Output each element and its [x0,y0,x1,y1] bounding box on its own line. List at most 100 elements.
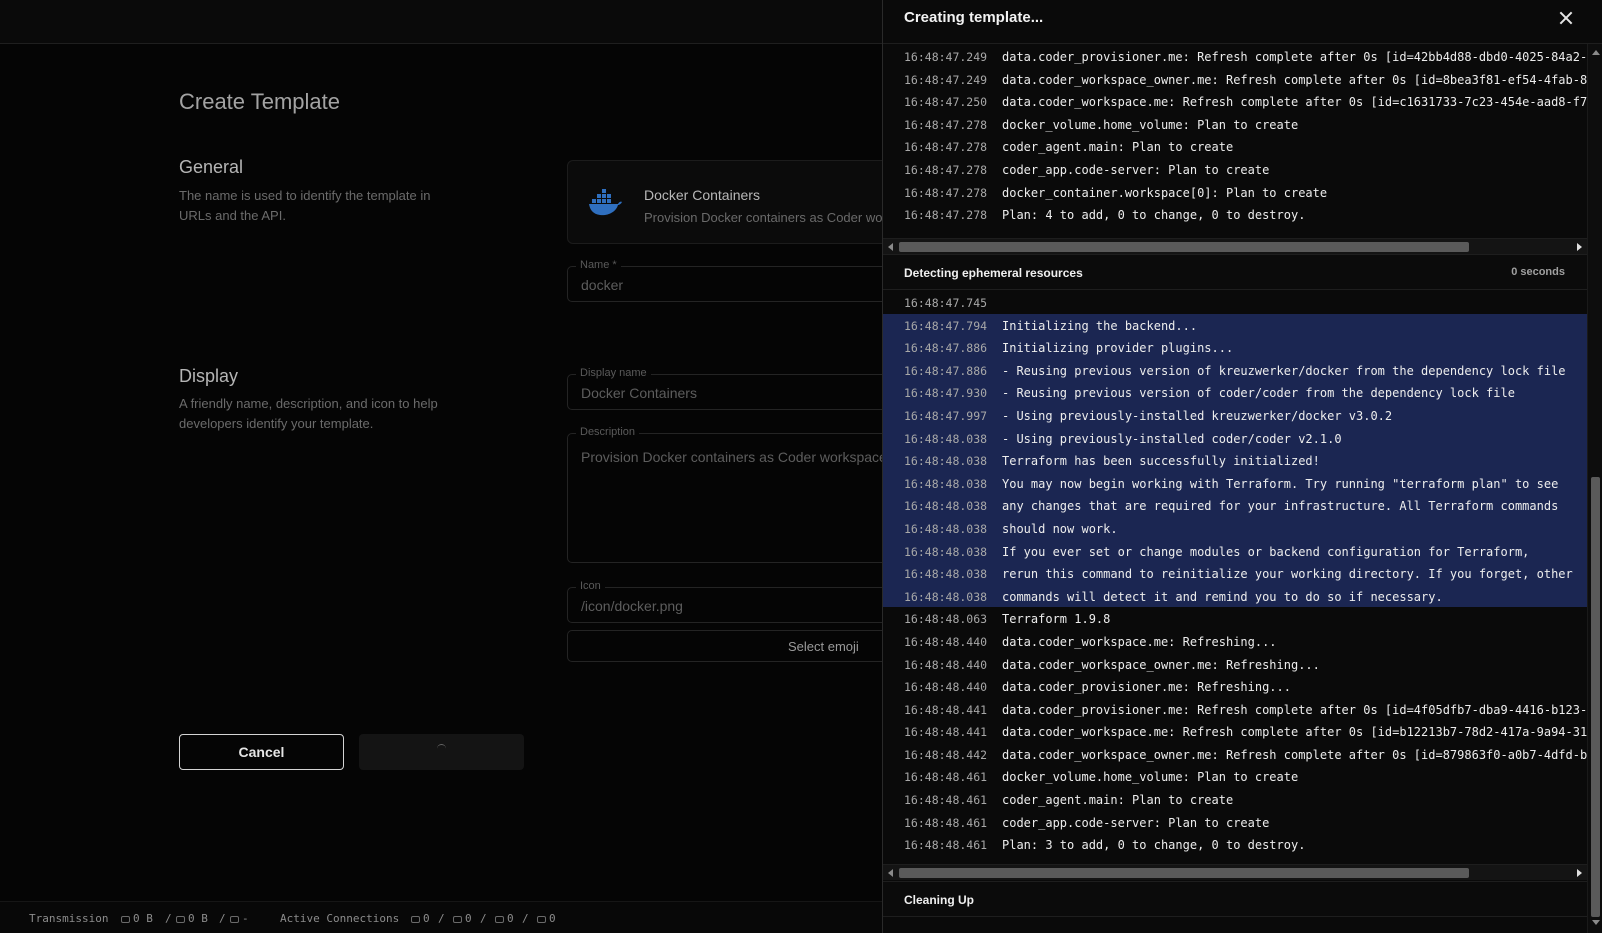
log-timestamp: 16:48:48.461 [904,770,988,785]
log-line: 16:48:47.278 coder_agent.main: Plan to cr… [883,135,1587,158]
icon-field-value: /icon/docker.png [581,598,683,614]
latency-icon [230,915,239,923]
reconnect-connections: 0 [453,912,472,925]
log-message: coder_agent.main: Plan to create [1002,140,1234,155]
log-message: Terraform 1.9.8 [1002,612,1111,627]
log-message: docker_volume.home_volume: Plan to creat… [1002,770,1299,785]
drawer-title: Creating template... [904,9,1044,26]
scrollbar-thumb[interactable] [899,242,1469,252]
log-timestamp: 16:48:47.278 [904,185,988,200]
log-line: 16:48:48.461 docker_volume.home_volume: P… [883,765,1587,788]
general-section-title: General [179,157,244,177]
log-line: 16:48:48.461 coder_app.code-server: Plan … [883,811,1587,834]
log-line: 16:48:47.278 Plan: 4 to add, 0 to change,… [883,203,1587,226]
drawer-header: Creating template... [883,0,1602,44]
scrollbar-thumb[interactable] [899,868,1469,878]
stage-name: Detecting ephemeral resources [904,266,1083,280]
scroll-down-icon[interactable] [1592,920,1600,925]
log-timestamp: 16:48:47.278 [904,208,988,223]
log-timestamp: 16:48:48.441 [904,725,988,740]
separator: / [219,912,226,925]
log-timestamp: 16:48:48.038 [904,521,988,536]
log-timestamp: 16:48:48.038 [904,499,988,514]
log-message: Plan: 3 to add, 0 to change, 0 to destro… [1002,838,1306,853]
terminal-connections: 0 [537,912,556,925]
log-line: 16:48:48.038 rerun this command to reinit… [883,562,1587,585]
log-timestamp: 16:48:47.249 [904,50,988,64]
select-emoji-button[interactable]: Select emoji [567,630,907,662]
name-field[interactable]: Name * docker [567,259,907,302]
vscode-connections: 0 [411,912,430,925]
scrollbar-thumb[interactable] [1591,477,1600,917]
stage-header[interactable]: Cleaning Up [883,881,1587,917]
scroll-right-icon[interactable] [1577,243,1582,251]
log-line: 16:48:47.886 - Reusing previous version o… [883,358,1587,382]
log-message: data.coder_workspace_owner.me: Refresh c… [1002,747,1587,762]
log-line: 16:48:47.278 coder_app.code-server: Plan … [883,158,1587,181]
scroll-right-icon[interactable] [1577,869,1582,877]
log-timestamp: 16:48:48.038 [904,589,988,604]
log-message: commands will detect it and remind you t… [1002,589,1443,604]
docker-icon [589,189,622,216]
display-name-field[interactable]: Display name Docker Containers [567,367,907,410]
log-timestamp: 16:48:48.063 [904,612,988,627]
log-line: 16:48:47.278 docker_volume.home_volume: P… [883,113,1587,136]
log-timestamp: 16:48:48.442 [904,747,988,762]
build-logs-drawer: Creating template... 16:48:47.249 data.co… [882,0,1602,933]
active-connections-label: Active Connections [280,912,400,925]
log-message: data.coder_provisioner.me: Refresh compl… [1002,50,1587,64]
vertical-scrollbar[interactable] [1587,44,1602,933]
log-line: 16:48:48.038 You may now begin working wi… [883,471,1587,495]
log-timestamp: 16:48:48.038 [904,544,988,559]
log-message: Plan: 4 to add, 0 to change, 0 to destro… [1002,208,1306,223]
log-line: 16:48:47.250 data.coder_workspace.me: Ref… [883,90,1587,113]
separator: / [165,912,172,925]
log-line: 16:48:47.930 - Reusing previous version o… [883,381,1587,404]
log-line: 16:48:48.038 commands will detect it and … [883,584,1587,608]
name-field-value: docker [581,277,624,293]
log-line: 16:48:48.038 any changes that are require… [883,494,1587,517]
log-timestamp: 16:48:47.278 [904,117,988,132]
icon-field[interactable]: Icon /icon/docker.png [567,580,907,623]
log-timestamp: 16:48:47.278 [904,140,988,155]
scroll-left-icon[interactable] [888,869,893,877]
log-timestamp: 16:48:48.038 [904,454,988,469]
log-line: 16:48:48.461 coder_agent.main: Plan to cr… [883,788,1587,811]
close-icon[interactable] [1555,8,1577,30]
port-connections: 0 [495,912,514,925]
template-card[interactable]: Docker Containers Provision Docker conta… [567,160,934,244]
log-message: any changes that are required for your i… [1002,499,1559,514]
log-message: docker_container.workspace[0]: Plan to c… [1002,185,1328,200]
log-line: 16:48:47.794 Initializing the backend... [883,313,1587,337]
log-line: 16:48:47.249 data.coder_provisioner.me: R… [883,45,1587,68]
stage-header[interactable]: Detecting ephemeral resources 0 seconds [883,254,1587,290]
cancel-button[interactable]: Cancel [179,734,344,770]
log-line: 16:48:48.440 data.coder_workspace.me: Ref… [883,630,1587,653]
vscode-icon [411,915,420,923]
select-emoji-label: Select emoji [788,639,859,654]
stage-name: Cleaning Up [904,893,975,907]
stage-duration: 0 seconds [1511,266,1565,278]
log-timestamp: 16:48:48.038 [904,431,988,446]
download-cloud-icon [176,915,185,923]
scroll-left-icon[interactable] [888,243,893,251]
log-timestamp: 16:48:47.249 [904,72,988,87]
log-timestamp: 16:48:47.278 [904,162,988,177]
separator: / [438,912,445,925]
log-message: should now work. [1002,521,1118,536]
upload-cloud-icon [121,915,130,923]
horizontal-scrollbar[interactable] [883,238,1587,254]
description-field[interactable]: Description Provision Docker containers … [567,426,907,563]
log-timestamp: 16:48:47.997 [904,408,988,423]
name-field-label: Name * [576,259,621,271]
horizontal-scrollbar[interactable] [883,864,1587,880]
stage-logs: 16:48:47.745 16:48:47.794 Initializing the… [883,291,1587,864]
log-line: 16:48:48.440 data.coder_provisioner.me: R… [883,675,1587,698]
scroll-up-icon[interactable] [1592,50,1600,55]
log-message: - Reusing previous version of coder/code… [1002,386,1515,401]
log-line: 16:48:48.063 Terraform 1.9.8 [883,607,1587,630]
create-template-button[interactable] [359,734,524,770]
separator: / [522,912,529,925]
display-section-description: A friendly name, description, and icon t… [179,396,438,431]
logs-viewport[interactable]: 16:48:47.249 data.coder_provisioner.me: R… [883,44,1587,933]
